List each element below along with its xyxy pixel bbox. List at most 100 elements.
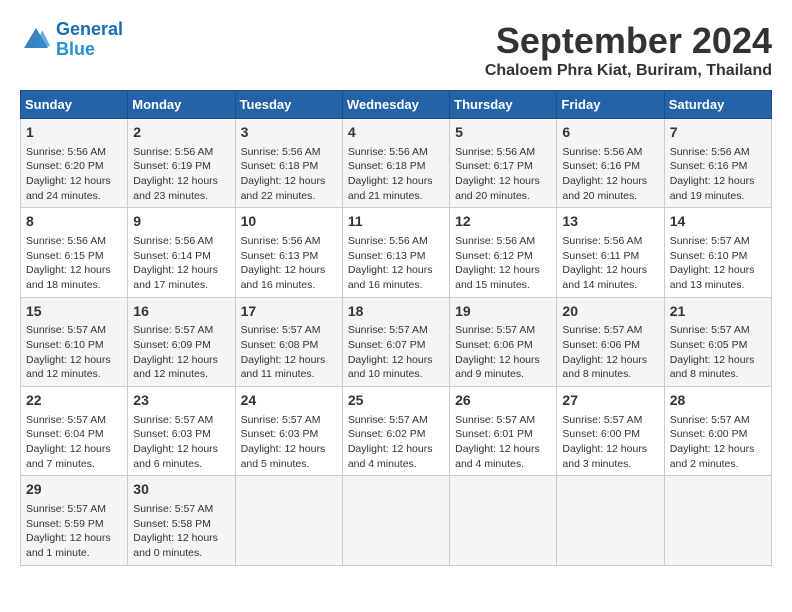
calendar-cell: 14Sunrise: 5:57 AM Sunset: 6:10 PM Dayli… [664, 208, 771, 297]
day-info: Sunrise: 5:57 AM Sunset: 6:07 PM Dayligh… [348, 323, 444, 382]
month-title: September 2024 [485, 20, 772, 62]
calendar-cell: 7Sunrise: 5:56 AM Sunset: 6:16 PM Daylig… [664, 119, 771, 208]
header-tuesday: Tuesday [235, 91, 342, 119]
calendar-week-3: 15Sunrise: 5:57 AM Sunset: 6:10 PM Dayli… [21, 297, 772, 386]
day-number: 29 [26, 480, 122, 500]
calendar-cell: 24Sunrise: 5:57 AM Sunset: 6:03 PM Dayli… [235, 387, 342, 476]
day-number: 27 [562, 391, 658, 411]
header-friday: Friday [557, 91, 664, 119]
calendar-cell: 25Sunrise: 5:57 AM Sunset: 6:02 PM Dayli… [342, 387, 449, 476]
day-number: 22 [26, 391, 122, 411]
header-sunday: Sunday [21, 91, 128, 119]
day-info: Sunrise: 5:57 AM Sunset: 6:06 PM Dayligh… [455, 323, 551, 382]
day-number: 8 [26, 212, 122, 232]
calendar-cell: 18Sunrise: 5:57 AM Sunset: 6:07 PM Dayli… [342, 297, 449, 386]
logo: General Blue [20, 20, 123, 60]
day-number: 4 [348, 123, 444, 143]
page-header: General Blue September 2024 Chaloem Phra… [20, 20, 772, 80]
day-info: Sunrise: 5:56 AM Sunset: 6:14 PM Dayligh… [133, 234, 229, 293]
day-number: 24 [241, 391, 337, 411]
calendar-cell: 12Sunrise: 5:56 AM Sunset: 6:12 PM Dayli… [450, 208, 557, 297]
day-info: Sunrise: 5:56 AM Sunset: 6:16 PM Dayligh… [562, 145, 658, 204]
day-info: Sunrise: 5:56 AM Sunset: 6:18 PM Dayligh… [348, 145, 444, 204]
day-info: Sunrise: 5:56 AM Sunset: 6:15 PM Dayligh… [26, 234, 122, 293]
calendar-cell: 21Sunrise: 5:57 AM Sunset: 6:05 PM Dayli… [664, 297, 771, 386]
day-info: Sunrise: 5:57 AM Sunset: 5:58 PM Dayligh… [133, 502, 229, 561]
day-number: 1 [26, 123, 122, 143]
calendar-cell: 19Sunrise: 5:57 AM Sunset: 6:06 PM Dayli… [450, 297, 557, 386]
title-block: September 2024 Chaloem Phra Kiat, Burira… [485, 20, 772, 80]
day-info: Sunrise: 5:56 AM Sunset: 6:11 PM Dayligh… [562, 234, 658, 293]
day-number: 21 [670, 302, 766, 322]
day-info: Sunrise: 5:57 AM Sunset: 6:10 PM Dayligh… [670, 234, 766, 293]
calendar-week-1: 1Sunrise: 5:56 AM Sunset: 6:20 PM Daylig… [21, 119, 772, 208]
day-number: 16 [133, 302, 229, 322]
day-number: 30 [133, 480, 229, 500]
calendar-header-row: SundayMondayTuesdayWednesdayThursdayFrid… [21, 91, 772, 119]
calendar-cell: 6Sunrise: 5:56 AM Sunset: 6:16 PM Daylig… [557, 119, 664, 208]
calendar-cell: 5Sunrise: 5:56 AM Sunset: 6:17 PM Daylig… [450, 119, 557, 208]
calendar-cell [342, 476, 449, 565]
calendar-week-5: 29Sunrise: 5:57 AM Sunset: 5:59 PM Dayli… [21, 476, 772, 565]
day-number: 11 [348, 212, 444, 232]
day-number: 6 [562, 123, 658, 143]
day-number: 26 [455, 391, 551, 411]
day-info: Sunrise: 5:57 AM Sunset: 6:09 PM Dayligh… [133, 323, 229, 382]
calendar-cell: 2Sunrise: 5:56 AM Sunset: 6:19 PM Daylig… [128, 119, 235, 208]
day-info: Sunrise: 5:56 AM Sunset: 6:17 PM Dayligh… [455, 145, 551, 204]
calendar-cell: 3Sunrise: 5:56 AM Sunset: 6:18 PM Daylig… [235, 119, 342, 208]
calendar-cell: 30Sunrise: 5:57 AM Sunset: 5:58 PM Dayli… [128, 476, 235, 565]
calendar-cell: 20Sunrise: 5:57 AM Sunset: 6:06 PM Dayli… [557, 297, 664, 386]
day-info: Sunrise: 5:57 AM Sunset: 6:03 PM Dayligh… [133, 413, 229, 472]
day-number: 5 [455, 123, 551, 143]
day-info: Sunrise: 5:57 AM Sunset: 6:03 PM Dayligh… [241, 413, 337, 472]
calendar-cell [557, 476, 664, 565]
calendar-cell: 15Sunrise: 5:57 AM Sunset: 6:10 PM Dayli… [21, 297, 128, 386]
day-number: 23 [133, 391, 229, 411]
day-number: 2 [133, 123, 229, 143]
day-info: Sunrise: 5:57 AM Sunset: 6:10 PM Dayligh… [26, 323, 122, 382]
day-number: 18 [348, 302, 444, 322]
calendar-cell: 9Sunrise: 5:56 AM Sunset: 6:14 PM Daylig… [128, 208, 235, 297]
calendar-cell: 27Sunrise: 5:57 AM Sunset: 6:00 PM Dayli… [557, 387, 664, 476]
day-number: 12 [455, 212, 551, 232]
calendar-week-2: 8Sunrise: 5:56 AM Sunset: 6:15 PM Daylig… [21, 208, 772, 297]
day-info: Sunrise: 5:57 AM Sunset: 6:00 PM Dayligh… [562, 413, 658, 472]
day-info: Sunrise: 5:57 AM Sunset: 6:05 PM Dayligh… [670, 323, 766, 382]
calendar-cell: 13Sunrise: 5:56 AM Sunset: 6:11 PM Dayli… [557, 208, 664, 297]
day-number: 9 [133, 212, 229, 232]
day-info: Sunrise: 5:56 AM Sunset: 6:20 PM Dayligh… [26, 145, 122, 204]
calendar-table: SundayMondayTuesdayWednesdayThursdayFrid… [20, 90, 772, 566]
day-info: Sunrise: 5:57 AM Sunset: 6:06 PM Dayligh… [562, 323, 658, 382]
day-info: Sunrise: 5:56 AM Sunset: 6:13 PM Dayligh… [241, 234, 337, 293]
day-number: 13 [562, 212, 658, 232]
day-number: 19 [455, 302, 551, 322]
header-monday: Monday [128, 91, 235, 119]
calendar-cell: 16Sunrise: 5:57 AM Sunset: 6:09 PM Dayli… [128, 297, 235, 386]
calendar-cell: 17Sunrise: 5:57 AM Sunset: 6:08 PM Dayli… [235, 297, 342, 386]
calendar-cell: 11Sunrise: 5:56 AM Sunset: 6:13 PM Dayli… [342, 208, 449, 297]
calendar-cell: 29Sunrise: 5:57 AM Sunset: 5:59 PM Dayli… [21, 476, 128, 565]
day-info: Sunrise: 5:56 AM Sunset: 6:16 PM Dayligh… [670, 145, 766, 204]
calendar-cell: 8Sunrise: 5:56 AM Sunset: 6:15 PM Daylig… [21, 208, 128, 297]
day-number: 25 [348, 391, 444, 411]
day-info: Sunrise: 5:56 AM Sunset: 6:19 PM Dayligh… [133, 145, 229, 204]
calendar-cell: 4Sunrise: 5:56 AM Sunset: 6:18 PM Daylig… [342, 119, 449, 208]
location: Chaloem Phra Kiat, Buriram, Thailand [485, 62, 772, 80]
logo-icon [20, 24, 52, 56]
calendar-cell: 26Sunrise: 5:57 AM Sunset: 6:01 PM Dayli… [450, 387, 557, 476]
day-number: 17 [241, 302, 337, 322]
logo-text: General Blue [56, 20, 123, 60]
calendar-cell: 1Sunrise: 5:56 AM Sunset: 6:20 PM Daylig… [21, 119, 128, 208]
day-info: Sunrise: 5:57 AM Sunset: 6:04 PM Dayligh… [26, 413, 122, 472]
header-saturday: Saturday [664, 91, 771, 119]
header-wednesday: Wednesday [342, 91, 449, 119]
calendar-cell: 23Sunrise: 5:57 AM Sunset: 6:03 PM Dayli… [128, 387, 235, 476]
day-info: Sunrise: 5:57 AM Sunset: 5:59 PM Dayligh… [26, 502, 122, 561]
calendar-week-4: 22Sunrise: 5:57 AM Sunset: 6:04 PM Dayli… [21, 387, 772, 476]
day-number: 3 [241, 123, 337, 143]
day-number: 28 [670, 391, 766, 411]
calendar-cell: 28Sunrise: 5:57 AM Sunset: 6:00 PM Dayli… [664, 387, 771, 476]
calendar-cell [235, 476, 342, 565]
calendar-cell: 10Sunrise: 5:56 AM Sunset: 6:13 PM Dayli… [235, 208, 342, 297]
